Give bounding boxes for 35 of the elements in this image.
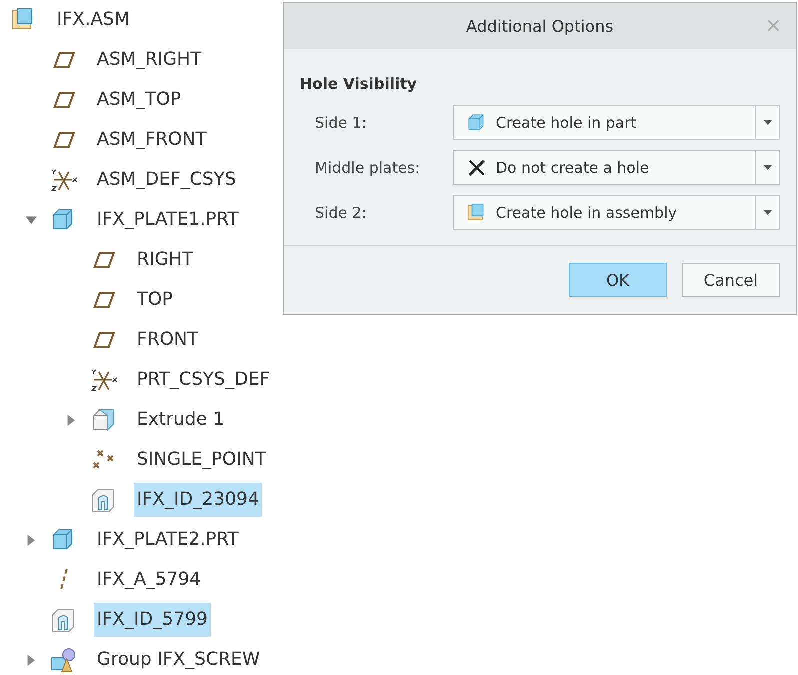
tree-item[interactable]: Group IFX_SCREW — [94, 643, 264, 675]
tree-item[interactable]: ASM_TOP — [94, 83, 184, 117]
expand-arrow-icon[interactable] — [25, 654, 38, 666]
expand-arrow-icon[interactable] — [25, 534, 38, 546]
dropdown[interactable]: Create hole in part — [453, 105, 780, 140]
dropdown[interactable]: Create hole in assembly — [453, 195, 780, 230]
field-label: Middle plates: — [315, 158, 422, 176]
tree-item[interactable]: IFX_ID_23094 — [134, 483, 262, 517]
dialog-title: Additional Options — [466, 16, 614, 36]
tree-item[interactable]: ASM_FRONT — [94, 123, 210, 157]
field-label: Side 2: — [315, 204, 368, 222]
tree-item[interactable]: ASM_DEF_CSYS — [94, 163, 240, 197]
tree-item[interactable]: IFX.ASM — [54, 3, 133, 37]
caret-icon — [762, 120, 772, 126]
tree-item[interactable]: IFX_ID_5799 — [94, 603, 211, 637]
axis-icon — [60, 568, 68, 592]
tree-item[interactable]: IFX_PLATE1.PRT — [94, 203, 242, 237]
tree-item[interactable]: RIGHT — [134, 243, 196, 277]
caret-icon — [762, 164, 772, 170]
tree-item[interactable]: TOP — [134, 283, 176, 317]
tree-item[interactable]: IFX_A_5794 — [94, 563, 204, 597]
dialog-button[interactable]: OK — [569, 263, 667, 297]
tree-item[interactable]: Extrude 1 — [134, 403, 228, 437]
section-heading: Hole Visibility — [300, 75, 418, 93]
dialog-button[interactable]: Cancel — [682, 263, 780, 297]
dropdown[interactable]: Do not create a hole — [453, 150, 780, 185]
field-label: Side 1: — [315, 114, 368, 132]
caret-icon — [762, 210, 772, 216]
tree-item[interactable]: ASM_RIGHT — [94, 43, 205, 77]
group-icon — [50, 646, 78, 674]
tree-item[interactable]: SINGLE_POINT — [134, 443, 270, 477]
tree-item[interactable]: PRT_CSYS_DEF — [134, 363, 274, 397]
tree-item[interactable]: FRONT — [134, 323, 202, 357]
expand-arrow-icon[interactable] — [65, 414, 78, 426]
tree-item[interactable]: IFX_PLATE2.PRT — [94, 523, 242, 557]
